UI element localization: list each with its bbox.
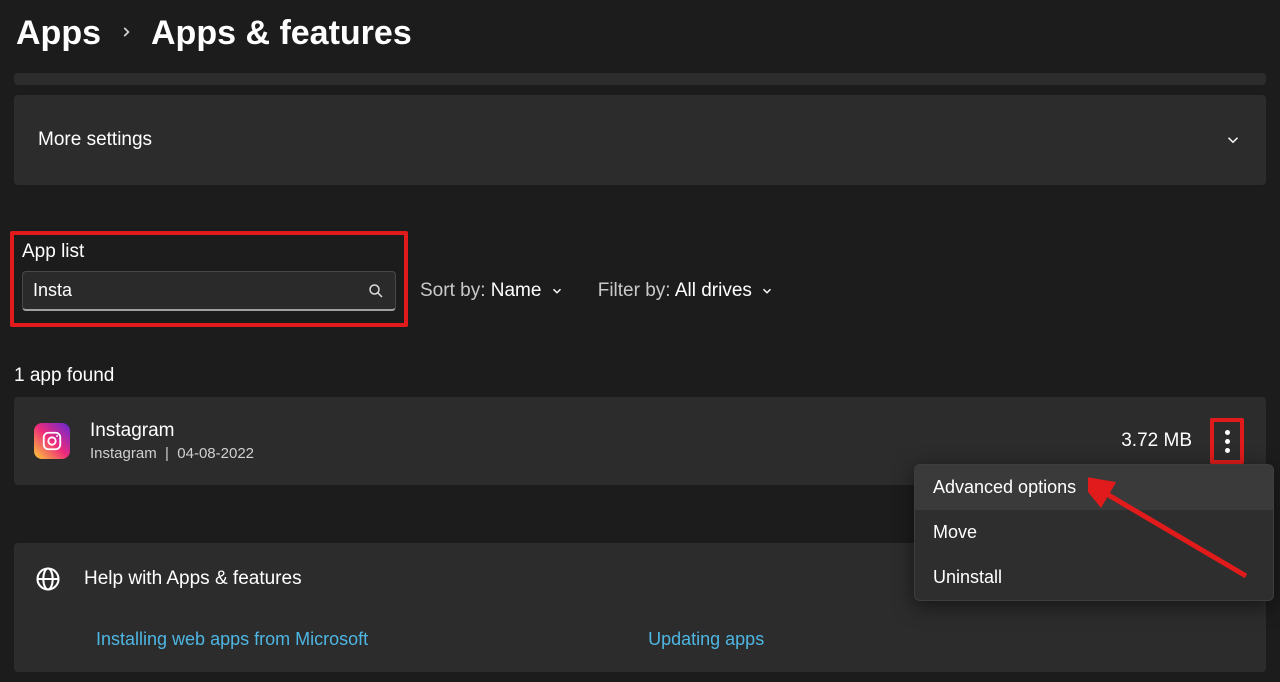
chevron-down-icon xyxy=(1224,131,1242,149)
help-link-installing[interactable]: Installing web apps from Microsoft xyxy=(96,629,368,650)
search-icon xyxy=(367,282,385,300)
app-meta: Instagram | 04-08-2022 xyxy=(90,445,254,462)
chevron-down-icon xyxy=(550,284,564,298)
globe-icon xyxy=(34,565,62,593)
breadcrumb-root[interactable]: Apps xyxy=(16,14,101,53)
help-link-updating[interactable]: Updating apps xyxy=(648,629,764,650)
more-options-button[interactable] xyxy=(1225,430,1230,453)
search-input[interactable] xyxy=(33,280,367,301)
app-text-block: Instagram Instagram | 04-08-2022 xyxy=(90,420,254,462)
app-size: 3.72 MB xyxy=(1121,430,1192,452)
instagram-app-icon xyxy=(34,423,70,459)
more-settings-label: More settings xyxy=(38,129,152,151)
sort-by-control[interactable]: Sort by: Name xyxy=(420,280,564,302)
help-title: Help with Apps & features xyxy=(84,568,302,590)
app-context-menu: Advanced options Move Uninstall xyxy=(914,464,1274,601)
vertical-dots-icon xyxy=(1225,430,1230,435)
more-options-button-highlight xyxy=(1210,418,1244,464)
result-count: 1 app found xyxy=(14,365,1280,387)
menu-move[interactable]: Move xyxy=(915,510,1273,555)
search-input-wrap[interactable] xyxy=(22,271,396,311)
menu-advanced-options[interactable]: Advanced options xyxy=(915,465,1273,510)
more-settings-card[interactable]: More settings xyxy=(14,95,1266,185)
sort-filter-row: Sort by: Name Filter by: All drives xyxy=(420,280,774,302)
menu-uninstall[interactable]: Uninstall xyxy=(915,555,1273,600)
app-name: Instagram xyxy=(90,420,254,442)
filter-by-control[interactable]: Filter by: All drives xyxy=(598,280,774,302)
chevron-right-icon xyxy=(119,22,133,45)
app-list-heading: App list xyxy=(22,241,396,263)
app-list-section-highlight: App list xyxy=(10,231,408,327)
page-title: Apps & features xyxy=(151,14,412,53)
collapsed-card-sliver xyxy=(14,73,1266,85)
breadcrumb: Apps Apps & features xyxy=(0,0,1280,73)
chevron-down-icon xyxy=(760,284,774,298)
